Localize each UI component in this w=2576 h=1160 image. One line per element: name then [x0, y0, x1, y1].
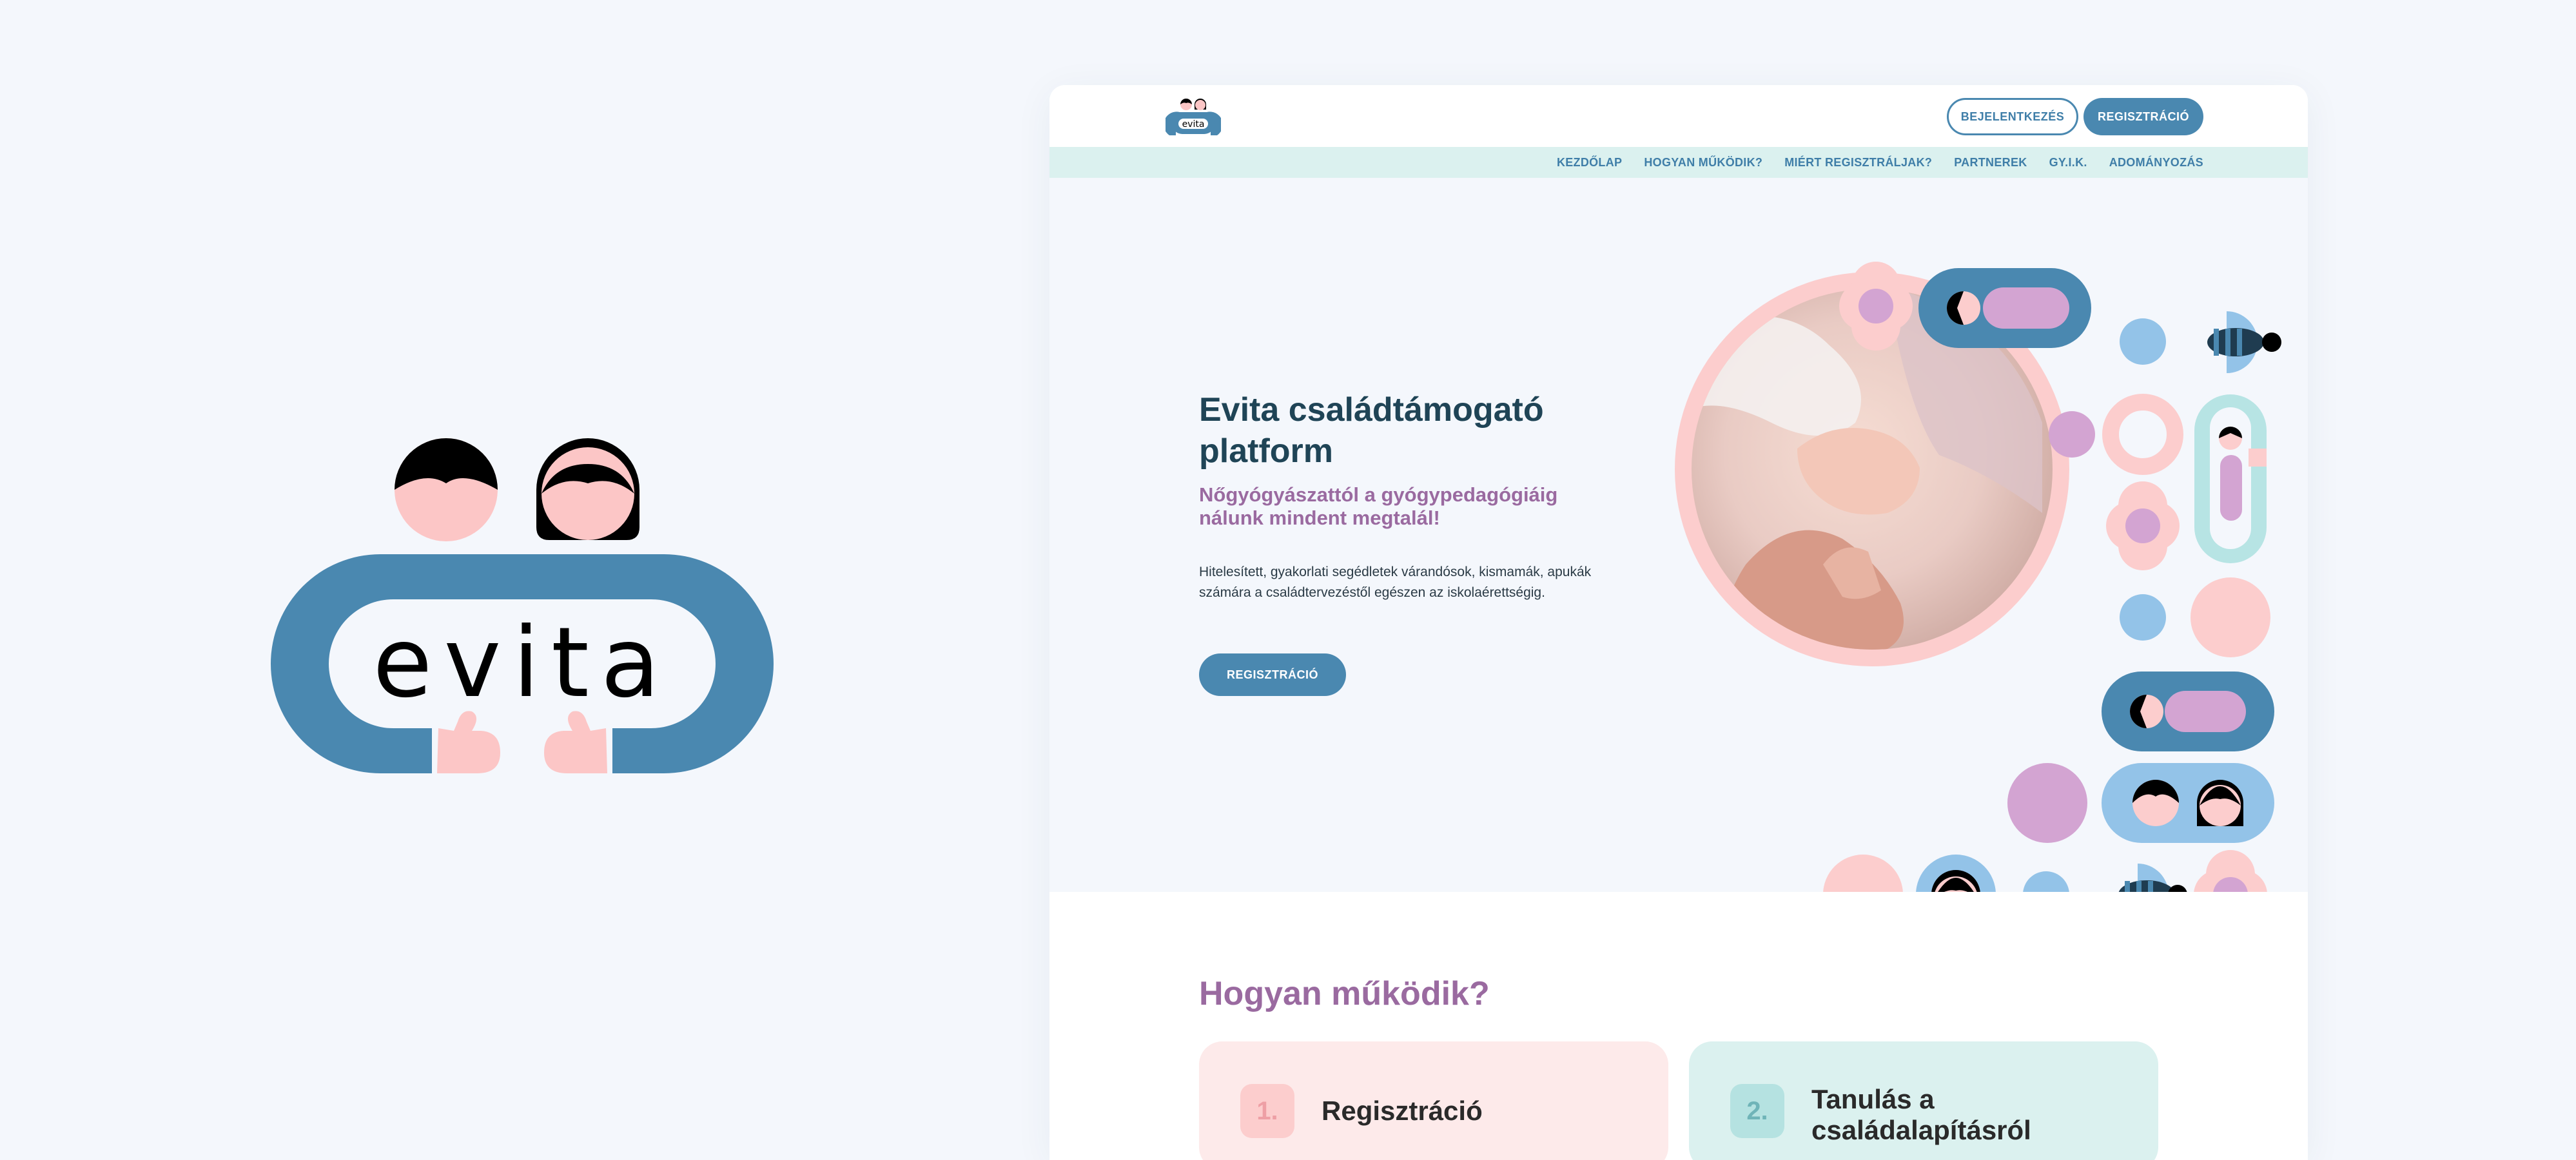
hand-left-icon — [437, 711, 500, 773]
ring-pink — [2102, 394, 2183, 475]
step-card-learning: 2. Tanulás a családalapításról — [1689, 1041, 2158, 1160]
nav-item-home[interactable]: KEZDŐLAP — [1557, 156, 1622, 169]
logo-wordmark: evita — [373, 607, 671, 719]
face-circle-icon — [1916, 855, 1996, 892]
step-card-registration: 1. Regisztráció — [1199, 1041, 1668, 1160]
nav-item-faq[interactable]: GY.I.K. — [2049, 156, 2087, 169]
flower-icon — [2194, 850, 2267, 892]
hero-description: Hitelesített, gyakorlati segédletek vára… — [1199, 565, 1592, 600]
baby-capsule-icon — [2102, 672, 2274, 751]
child-face-right — [536, 438, 639, 540]
dot-blue — [2120, 594, 2166, 641]
how-it-works-section: Hogyan működik? 1. Regisztráció 2. Tanul… — [1049, 892, 2308, 1160]
step-number: 2. — [1730, 1084, 1784, 1138]
baby-capsule-icon — [1918, 268, 2091, 348]
dot-blue — [2120, 318, 2166, 365]
login-button[interactable]: BEJELENTKEZÉS — [1947, 98, 2078, 135]
dot-lilac — [2049, 411, 2095, 458]
evita-logo-small[interactable]: evita — [1166, 95, 1221, 138]
baby-pill-icon — [2194, 394, 2267, 563]
two-faces-capsule-icon — [2102, 763, 2274, 843]
nav-item-how-it-works[interactable]: HOGYAN MŰKÖDIK? — [1644, 156, 1762, 169]
step-number: 1. — [1240, 1084, 1294, 1138]
hero-title: Evita családtámogató platform — [1199, 391, 1544, 470]
bee-icon — [2207, 311, 2281, 373]
nav-item-donate[interactable]: ADOMÁNYOZÁS — [2109, 156, 2203, 169]
dot-lilac — [2007, 763, 2087, 843]
hero-register-button[interactable]: REGISZTRÁCIÓ — [1199, 653, 1346, 696]
step-label: Regisztráció — [1322, 1096, 1483, 1126]
nav-item-partners[interactable]: PARTNEREK — [1954, 156, 2027, 169]
hand-right-icon — [544, 711, 607, 773]
flower-icon — [2106, 481, 2180, 570]
hero-subtitle: Nőgyógyászattól a gyógypedagógiáig nálun… — [1199, 483, 1558, 529]
main-nav: KEZDŐLAP HOGYAN MŰKÖDIK? MIÉRT REGISZTRÁ… — [1049, 147, 2308, 178]
child-face-left — [395, 438, 498, 541]
section-title: Hogyan működik? — [1199, 975, 1490, 1012]
dot-pink — [2191, 577, 2270, 657]
website-mockup: evita BEJELENTKEZÉS REGISZTRÁCIÓ KEZDŐLA… — [1049, 85, 2308, 1160]
step-label: Tanulás a családalapításról — [1811, 1084, 2031, 1145]
hero-section: Evita családtámogató platform Nőgyógyász… — [1049, 178, 2308, 892]
register-button[interactable]: REGISZTRÁCIÓ — [2083, 98, 2203, 135]
bee-icon — [2118, 864, 2187, 892]
nav-item-why-register[interactable]: MIÉRT REGISZTRÁLJAK? — [1784, 156, 1932, 169]
small-logo-wordmark: evita — [1182, 119, 1205, 130]
dot-blue — [2023, 871, 2069, 892]
site-header: evita BEJELENTKEZÉS REGISZTRÁCIÓ — [1049, 85, 2308, 147]
dot-pink — [1823, 855, 1903, 892]
evita-logo-large: evita — [271, 438, 774, 773]
hero-illustration — [1675, 262, 2281, 892]
